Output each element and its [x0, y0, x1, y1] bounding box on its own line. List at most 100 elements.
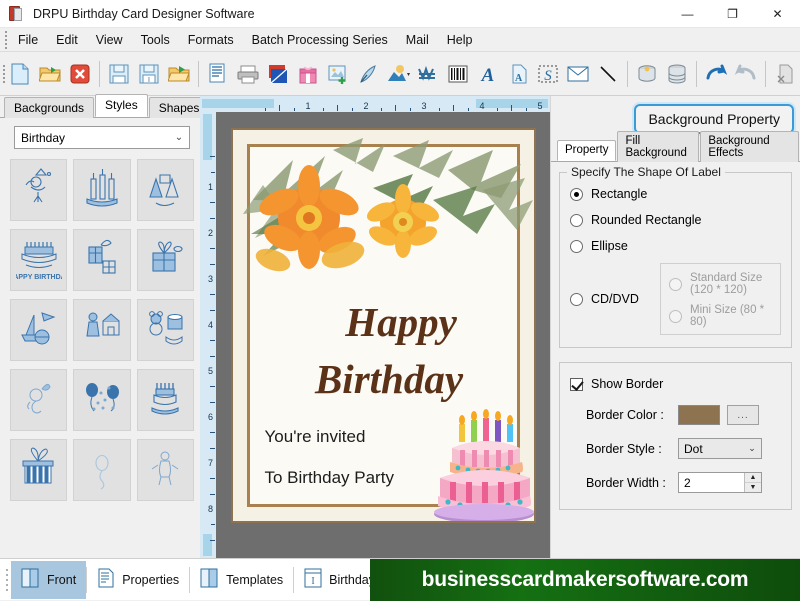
happy-birthday-cake-thumb[interactable]: HAPPY BIRTHDAY	[10, 229, 67, 291]
shape-picture-icon[interactable]	[383, 57, 413, 91]
radio-rounded-rectangle[interactable]: Rounded Rectangle	[570, 213, 781, 227]
card-design[interactable]: Happy Birthday You're invited To Birthda…	[231, 128, 536, 523]
v-ruler-label: 1	[208, 182, 213, 192]
maximize-button[interactable]: ❐	[710, 0, 755, 28]
status-item-templates[interactable]: Templates	[190, 561, 293, 599]
border-group: Show Border Border Color : ... Border St…	[559, 362, 792, 510]
menu-mail[interactable]: Mail	[397, 30, 438, 50]
toys-boat-plane-thumb[interactable]	[10, 299, 67, 361]
gift-icon[interactable]	[293, 57, 323, 91]
menu-batch-processing-series[interactable]: Batch Processing Series	[243, 30, 397, 50]
text-field-icon: I	[304, 568, 322, 591]
menu-help[interactable]: Help	[438, 30, 482, 50]
teddy-drum-thumb[interactable]	[137, 299, 194, 361]
stepper-up-icon[interactable]: ▲	[745, 473, 761, 483]
line-icon[interactable]	[593, 57, 623, 91]
card-heading-line1[interactable]: Happy	[251, 298, 536, 346]
radio-standard-size-icon	[669, 278, 682, 291]
candles-thumb[interactable]	[73, 159, 130, 221]
stepper-down-icon[interactable]: ▼	[745, 483, 761, 492]
radio-rounded-rectangle-icon	[570, 214, 583, 227]
status-item-properties[interactable]: Properties	[87, 561, 189, 599]
card-body-line2[interactable]: To Birthday Party	[265, 468, 394, 488]
party-hats-thumb[interactable]	[137, 159, 194, 221]
save-as-icon[interactable]: I	[134, 57, 164, 91]
border-style-select[interactable]: Dot ⌄	[678, 438, 762, 459]
v-ruler-tick	[211, 402, 215, 403]
svg-text:A: A	[515, 73, 523, 84]
close-document-icon[interactable]	[65, 57, 95, 91]
show-border-checkbox[interactable]: Show Border	[570, 377, 781, 391]
cake-candles-thumb[interactable]	[137, 369, 194, 431]
gift-box-thumb[interactable]	[137, 229, 194, 291]
radio-cd-dvd[interactable]: CD/DVD	[570, 292, 654, 306]
tab-backgrounds[interactable]: Backgrounds	[4, 97, 94, 118]
striped-gift-thumb[interactable]	[10, 439, 67, 501]
radio-rectangle-icon	[570, 188, 583, 201]
clown-balloon-thumb[interactable]	[10, 159, 67, 221]
radio-ellipse[interactable]: Ellipse	[570, 239, 781, 253]
tab-background-effects[interactable]: Background Effects	[700, 131, 799, 162]
export-folder-icon[interactable]	[164, 57, 194, 91]
category-dropdown[interactable]: Birthday ⌄	[14, 126, 190, 149]
minimize-button[interactable]: —	[665, 0, 710, 28]
application-window: DRPU Birthday Card Designer Software — ❐…	[0, 0, 800, 600]
vertical-ruler[interactable]: 12345678	[200, 112, 216, 558]
menu-edit[interactable]: Edit	[47, 30, 87, 50]
tab-property[interactable]: Property	[557, 140, 616, 161]
card-body-line1[interactable]: You're invited	[265, 427, 366, 447]
envelope-icon[interactable]	[563, 57, 593, 91]
redo-icon[interactable]	[731, 57, 761, 91]
border-width-stepper[interactable]: 2 ▲ ▼	[678, 472, 762, 493]
watermark-icon[interactable]	[413, 57, 443, 91]
balloon-outline-thumb[interactable]	[73, 439, 130, 501]
border-color-browse-button[interactable]: ...	[727, 405, 759, 425]
title-bar: DRPU Birthday Card Designer Software — ❐…	[0, 0, 800, 28]
undo-icon[interactable]	[701, 57, 731, 91]
signature-icon[interactable]: S	[533, 57, 563, 91]
card-heading-line2[interactable]: Birthday	[239, 355, 536, 403]
toolbar-separator	[696, 61, 697, 87]
new-document-icon[interactable]	[5, 57, 35, 91]
barcode-icon[interactable]	[443, 57, 473, 91]
menu-formats[interactable]: Formats	[179, 30, 243, 50]
close-button[interactable]: ✕	[755, 0, 800, 28]
border-color-swatch[interactable]	[678, 405, 720, 425]
save-icon[interactable]	[104, 57, 134, 91]
database-icon[interactable]	[632, 57, 662, 91]
status-item-front[interactable]: Front	[11, 561, 86, 599]
balloons-confetti-thumb[interactable]	[73, 369, 130, 431]
menu-bar: File Edit View Tools Formats Batch Proce…	[0, 28, 800, 52]
v-ruler-tick	[211, 356, 215, 357]
radio-mini-size-label: Mini Size (80 * 80)	[690, 304, 772, 328]
add-image-icon[interactable]	[323, 57, 353, 91]
text-document-icon[interactable]: A	[503, 57, 533, 91]
h-ruler-tick	[526, 108, 527, 111]
menu-tools[interactable]: Tools	[132, 30, 179, 50]
style-thumbnail-grid: HAPPY BIRTHDAY	[0, 155, 200, 558]
celebration-thumb[interactable]	[137, 439, 194, 501]
background-property-button[interactable]: Background Property	[634, 104, 794, 134]
database-stack-icon[interactable]	[662, 57, 692, 91]
gifts-ribbon-thumb[interactable]	[73, 229, 130, 291]
pen-icon[interactable]	[353, 57, 383, 91]
text-icon[interactable]: A	[473, 57, 503, 91]
v-ruler-tick	[211, 172, 215, 173]
cut-icon[interactable]	[770, 57, 800, 91]
tab-styles[interactable]: Styles	[95, 94, 148, 117]
show-border-label: Show Border	[591, 377, 663, 391]
print-icon[interactable]	[233, 57, 263, 91]
page-setup-icon[interactable]	[203, 57, 233, 91]
design-canvas[interactable]: Happy Birthday You're invited To Birthda…	[216, 112, 550, 558]
h-ruler-label: 2	[363, 101, 368, 111]
open-folder-icon[interactable]	[35, 57, 65, 91]
layers-icon[interactable]	[263, 57, 293, 91]
svg-text:I: I	[148, 77, 150, 84]
girl-dollhouse-thumb[interactable]	[73, 299, 130, 361]
radio-rectangle[interactable]: Rectangle	[570, 187, 781, 201]
horizontal-ruler[interactable]: 12345	[200, 96, 550, 112]
baby-balloon-thumb[interactable]	[10, 369, 67, 431]
menu-file[interactable]: File	[9, 30, 47, 50]
menu-view[interactable]: View	[87, 30, 132, 50]
tab-fill-background[interactable]: Fill Background	[617, 131, 699, 162]
